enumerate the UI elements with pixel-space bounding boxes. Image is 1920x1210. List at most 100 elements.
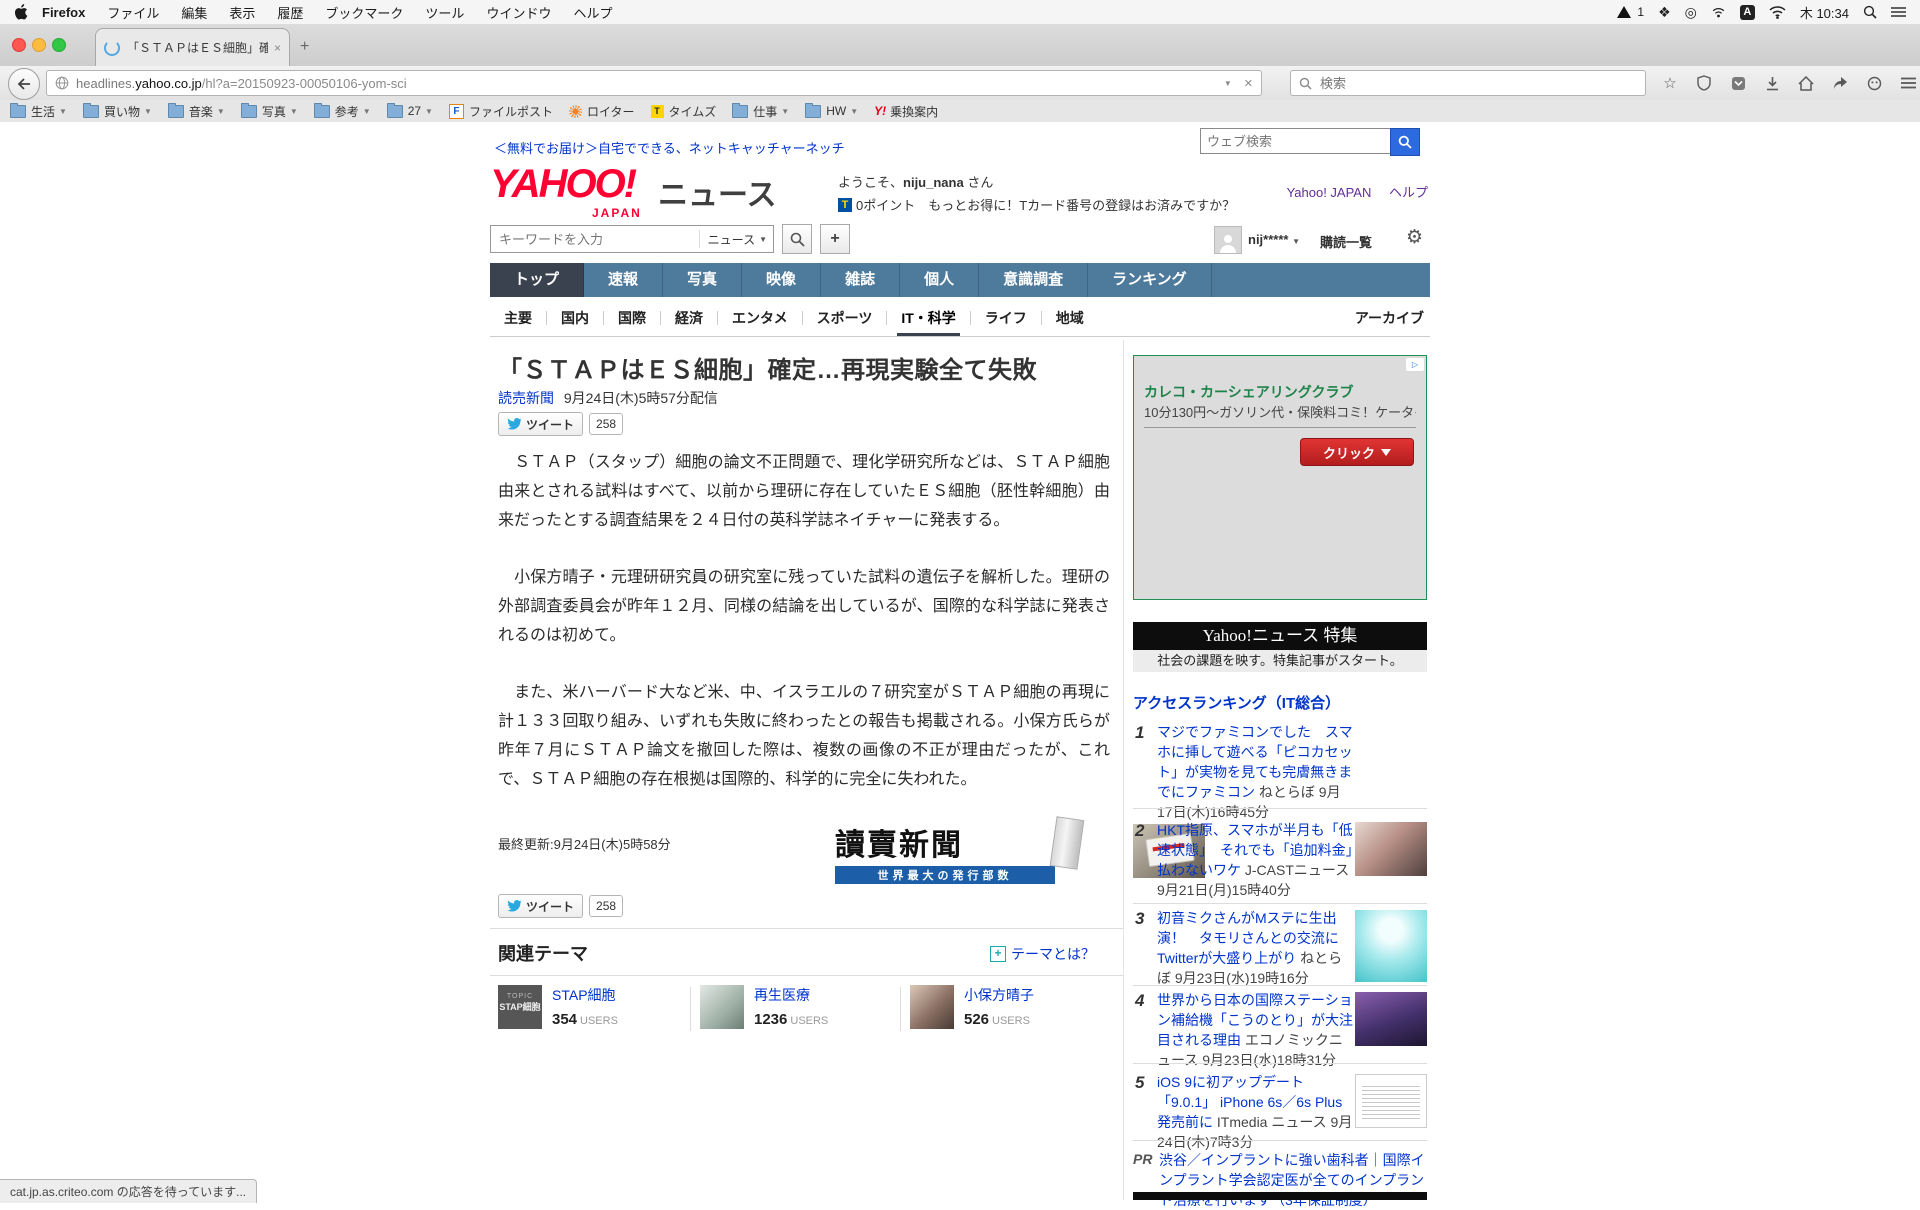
downloads-icon[interactable] <box>1762 73 1782 93</box>
pr-item[interactable]: PR 渋谷／インプラントに強い歯科者｜国際インプラント学会認定医が全てのインプラ… <box>1133 1150 1427 1210</box>
promo-link[interactable]: ＜無料でお届け＞自宅でできる、ネットキャッチャーネッチ <box>494 138 845 157</box>
reader-shield-icon[interactable] <box>1694 73 1714 93</box>
window-close-button[interactable] <box>12 38 26 52</box>
url-dropdown-icon[interactable]: ▼ <box>1224 79 1232 88</box>
keyword-search-field[interactable]: ニュース▼ <box>490 225 774 253</box>
subnav-sports[interactable]: スポーツ <box>803 301 887 336</box>
ad-click-button[interactable]: クリック <box>1300 438 1414 466</box>
menu-item-help[interactable]: ヘルプ <box>573 3 612 22</box>
stop-loading-icon[interactable]: ✕ <box>1244 77 1253 90</box>
yahoo-logo[interactable]: YAHOO! <box>490 162 635 207</box>
subnav-it-science[interactable]: IT・科学 <box>887 301 969 336</box>
article-source-link[interactable]: 読売新聞 <box>498 390 554 406</box>
feature-banner[interactable]: Yahoo!ニュース 特集 社会の課題を映す。特集記事がスタート。 <box>1133 622 1427 672</box>
subnav-economy[interactable]: 経済 <box>661 301 717 336</box>
tweet-button[interactable]: ツイート <box>498 894 583 918</box>
bookmark-folder[interactable]: 買い物▼ <box>83 103 152 120</box>
bookmark-folder[interactable]: 仕事▼ <box>732 103 789 120</box>
ranking-item-2[interactable]: 2 HKT指原、スマホが半月も「低速状態」 それでも「追加料金」払わないワケ J… <box>1133 820 1427 900</box>
dropbox-icon[interactable]: ❖ <box>1658 4 1671 21</box>
rank-number: 3 <box>1135 909 1144 929</box>
keyword-search-button[interactable] <box>782 224 812 254</box>
back-button[interactable] <box>8 68 40 100</box>
bookmark-folder[interactable]: 生活▼ <box>10 103 67 120</box>
nav-tab-magazine[interactable]: 雑誌 <box>821 263 900 297</box>
yomiuri-logo[interactable]: 讀賣新聞 世界最大の発行部数 <box>835 820 1115 880</box>
airplay-icon[interactable] <box>1711 6 1726 19</box>
news-logo[interactable]: ニュース <box>658 170 777 214</box>
nav-tab-video[interactable]: 映像 <box>742 263 821 297</box>
ranking-item-4[interactable]: 4 世界から日本の国際ステーション補給機「こうのとり」が大注目される理由 エコノ… <box>1133 990 1427 1070</box>
keyword-search-input[interactable] <box>497 231 699 248</box>
theme-help-link[interactable]: + テーマとは？ <box>990 944 1095 964</box>
subnav-world[interactable]: 国際 <box>604 301 660 336</box>
search-scope-dropdown[interactable]: ニュース▼ <box>699 230 767 248</box>
ad-title-link[interactable]: カレコ・カーシェアリングクラブ <box>1144 382 1353 402</box>
window-minimize-button[interactable] <box>32 38 46 52</box>
ad-banner[interactable]: ▷ カレコ・カーシェアリングクラブ 10分130円〜ガソリン代・保険料コミ！ケー… <box>1133 355 1427 600</box>
adchoices-icon[interactable]: ▷ <box>1406 358 1424 371</box>
bookmark-folder[interactable]: 参考▼ <box>314 103 371 120</box>
nav-tab-personal[interactable]: 個人 <box>900 263 979 297</box>
theme-card-stap[interactable]: TOPIC STAP細胞 STAP細胞 354USERS <box>498 985 688 1033</box>
menu-item-file[interactable]: ファイル <box>107 3 159 22</box>
spotlight-icon[interactable] <box>1863 5 1877 19</box>
window-zoom-button[interactable] <box>52 38 66 52</box>
subnav-life[interactable]: ライフ <box>971 301 1041 336</box>
menu-item-view[interactable]: 表示 <box>229 3 255 22</box>
theme-name-link[interactable]: 再生医療 <box>754 987 810 1003</box>
bookmark-item-times[interactable]: Tタイムズ <box>651 103 717 120</box>
add-tab-search-button[interactable]: + <box>820 224 850 254</box>
subnav-domestic[interactable]: 国内 <box>547 301 603 336</box>
bookmark-item-transit[interactable]: Y!乗換案内 <box>874 103 938 120</box>
wifi-icon[interactable] <box>1769 6 1786 19</box>
bookmark-item-filepost[interactable]: Fファイルポスト <box>449 103 553 120</box>
menu-item-bookmarks[interactable]: ブックマーク <box>325 3 403 22</box>
browser-search-input[interactable] <box>1318 75 1637 92</box>
input-source-icon[interactable]: A <box>1740 5 1755 20</box>
theme-card-obokata[interactable]: 小保方晴子 526USERS <box>910 985 1100 1033</box>
notification-center-icon[interactable] <box>1891 6 1906 18</box>
nav-tab-top[interactable]: トップ <box>490 263 584 297</box>
share-icon[interactable] <box>1830 73 1850 93</box>
creative-cloud-icon[interactable]: ◎ <box>1685 4 1697 21</box>
menu-item-history[interactable]: 履歴 <box>277 3 303 22</box>
menu-item-tools[interactable]: ツール <box>425 3 464 22</box>
tweet-button[interactable]: ツイート <box>498 412 583 436</box>
ranking-item-3[interactable]: 3 初音ミクさんがMステに生出演！ タモリさんとの交流にTwitterが大盛り上… <box>1133 908 1427 988</box>
nav-tab-poll[interactable]: 意識調査 <box>979 263 1088 297</box>
subnav-major[interactable]: 主要 <box>490 301 546 336</box>
menu-item-window[interactable]: ウインドウ <box>486 3 551 22</box>
tweet-count[interactable]: 258 <box>589 895 623 917</box>
bookmark-folder[interactable]: HW▼ <box>805 104 858 118</box>
subnav-entertainment[interactable]: エンタメ <box>718 301 802 336</box>
apple-menu-icon[interactable] <box>14 4 28 20</box>
bookmark-star-icon[interactable]: ☆ <box>1660 73 1680 93</box>
tab-active[interactable]: 「ＳＴＡＰはＥＳ細胞」確... × <box>95 28 290 66</box>
menu-item-firefox[interactable]: Firefox <box>42 5 85 20</box>
tab-close-icon[interactable]: × <box>274 41 281 55</box>
home-icon[interactable] <box>1796 73 1816 93</box>
bookmark-folder[interactable]: 音楽▼ <box>168 103 225 120</box>
menu-item-edit[interactable]: 編集 <box>181 3 207 22</box>
pocket-icon[interactable] <box>1728 73 1748 93</box>
adobe-icon[interactable] <box>1617 6 1631 18</box>
times-icon: T <box>651 105 664 118</box>
theme-name-link[interactable]: 小保方晴子 <box>964 987 1034 1003</box>
nav-tab-photo[interactable]: 写真 <box>663 263 742 297</box>
bookmark-folder[interactable]: 27▼ <box>387 104 433 118</box>
menu-hamburger-icon[interactable] <box>1898 73 1918 93</box>
bookmark-item-reuters[interactable]: ロイター <box>569 103 635 120</box>
menu-clock[interactable]: 木 10:34 <box>1800 3 1849 22</box>
bookmark-folder[interactable]: 写真▼ <box>241 103 298 120</box>
theme-card-regenerative[interactable]: 再生医療 1236USERS <box>700 985 890 1033</box>
forget-history-icon[interactable] <box>1864 73 1884 93</box>
new-tab-button[interactable]: + <box>300 38 309 56</box>
browser-search-field[interactable] <box>1290 70 1646 96</box>
nav-tab-flash[interactable]: 速報 <box>584 263 663 297</box>
url-bar[interactable]: headlines.yahoo.co.jp/hl?a=20150923-0005… <box>46 70 1262 96</box>
article-paragraph: また、米ハーバード大など米、中、イスラエルの７研究室がＳＴＡＰ細胞の再現に計１３… <box>498 678 1110 794</box>
subnav-local[interactable]: 地域 <box>1042 301 1098 336</box>
theme-name-link[interactable]: STAP細胞 <box>552 987 616 1003</box>
tweet-count[interactable]: 258 <box>589 413 623 435</box>
